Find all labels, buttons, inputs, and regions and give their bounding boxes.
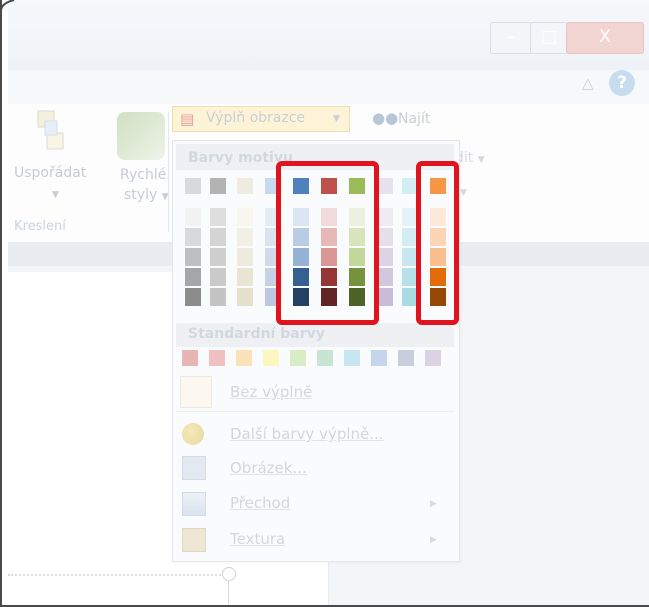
window-frame	[0, 0, 649, 607]
window-corner	[0, 0, 15, 18]
